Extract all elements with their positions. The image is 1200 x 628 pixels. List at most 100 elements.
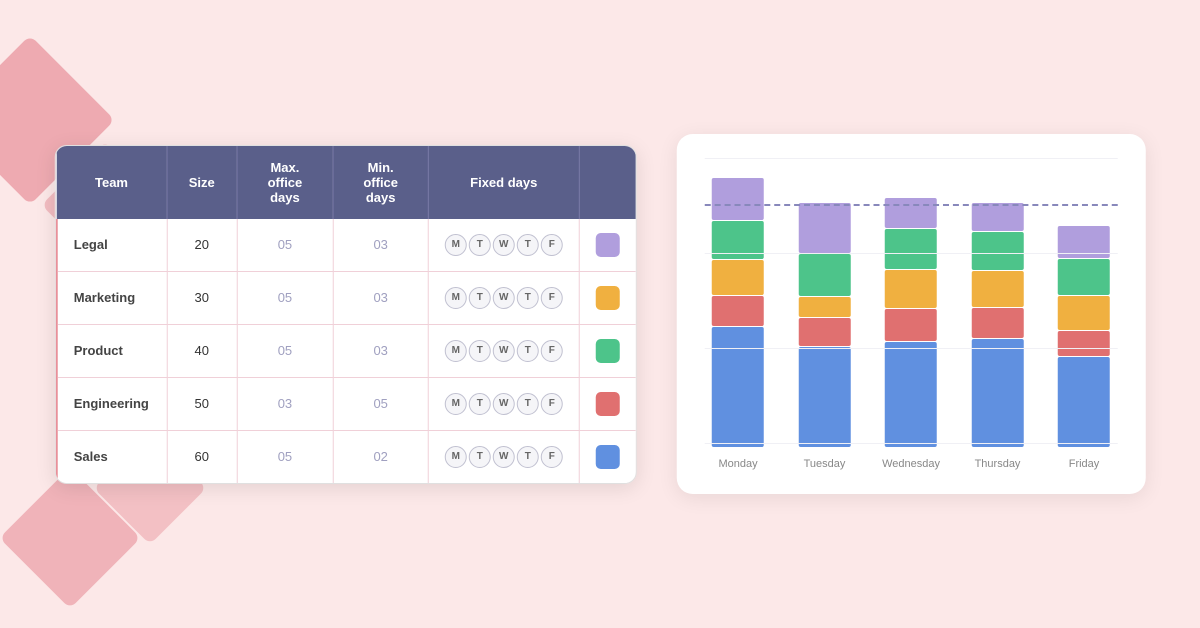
bar-day-label: Monday bbox=[718, 458, 757, 470]
day-badge: T bbox=[469, 234, 491, 256]
table-header-team: Team bbox=[57, 146, 167, 219]
bar-segment bbox=[712, 296, 764, 326]
bar-day-label: Thursday bbox=[975, 458, 1021, 470]
max-office-days-cell: 05 bbox=[237, 219, 333, 272]
bar-segment bbox=[885, 270, 937, 308]
bar-segment bbox=[799, 347, 851, 447]
bar-group: Friday bbox=[1051, 226, 1118, 470]
bar-segment bbox=[972, 308, 1024, 338]
team-color-cell bbox=[579, 219, 636, 272]
team-name-cell: Legal bbox=[57, 219, 167, 272]
day-badge: M bbox=[445, 340, 467, 362]
bar-day-label: Friday bbox=[1069, 458, 1100, 470]
fixed-days-cell: MTWTF bbox=[428, 324, 579, 377]
table-header-max_office_days: Max. office days bbox=[237, 146, 333, 219]
bar-group: Wednesday bbox=[878, 198, 945, 470]
bar-segment bbox=[712, 327, 764, 447]
team-color-swatch bbox=[596, 445, 620, 469]
day-badge: M bbox=[445, 393, 467, 415]
bar-segment bbox=[885, 309, 937, 341]
bar-segment bbox=[712, 221, 764, 259]
day-badges-group: MTWTF bbox=[445, 234, 563, 256]
bar-segment bbox=[885, 229, 937, 269]
bar-segment bbox=[972, 271, 1024, 307]
table-row: Engineering500305 MTWTF bbox=[57, 377, 636, 430]
day-badge: T bbox=[517, 446, 539, 468]
main-container: TeamSizeMax. office daysMin. office days… bbox=[55, 134, 1146, 494]
bar-stack bbox=[972, 203, 1024, 448]
fixed-days-cell: MTWTF bbox=[428, 271, 579, 324]
bar-group: Thursday bbox=[964, 203, 1031, 470]
team-size-cell: 40 bbox=[167, 324, 237, 377]
team-size-cell: 50 bbox=[167, 377, 237, 430]
bar-segment bbox=[885, 198, 937, 228]
day-badge: W bbox=[493, 340, 515, 362]
team-color-cell bbox=[579, 271, 636, 324]
chart-area: Monday Tuesday Wednesday Thursday Friday bbox=[705, 158, 1117, 480]
bar-segment bbox=[799, 318, 851, 346]
day-badge: M bbox=[445, 234, 467, 256]
bar-segment bbox=[712, 178, 764, 220]
bar-group: Monday bbox=[705, 178, 772, 470]
min-office-days-cell: 05 bbox=[333, 377, 428, 430]
team-name-cell: Engineering bbox=[57, 377, 167, 430]
team-table-wrapper: TeamSizeMax. office daysMin. office days… bbox=[55, 145, 637, 484]
bar-group: Tuesday bbox=[791, 203, 858, 470]
team-table: TeamSizeMax. office daysMin. office days… bbox=[56, 146, 636, 483]
table-header-size: Size bbox=[167, 146, 237, 219]
table-header-min_office_days: Min. office days bbox=[333, 146, 428, 219]
day-badge: W bbox=[493, 393, 515, 415]
team-color-cell bbox=[579, 377, 636, 430]
max-office-days-cell: 03 bbox=[237, 377, 333, 430]
bar-stack bbox=[885, 198, 937, 448]
bar-day-label: Wednesday bbox=[882, 458, 940, 470]
day-badge: T bbox=[469, 393, 491, 415]
day-badges-group: MTWTF bbox=[445, 393, 563, 415]
max-office-days-cell: 05 bbox=[237, 430, 333, 483]
team-color-swatch bbox=[596, 339, 620, 363]
day-badges-group: MTWTF bbox=[445, 446, 563, 468]
day-badge: T bbox=[517, 340, 539, 362]
table-row: Marketing300503MTWTF bbox=[57, 271, 636, 324]
team-name-cell: Product bbox=[57, 324, 167, 377]
table-body: Legal200503MTWTFMarketing300503MTWTFProd… bbox=[57, 219, 636, 483]
min-office-days-cell: 03 bbox=[333, 219, 428, 272]
day-badge: F bbox=[541, 234, 563, 256]
bar-segment bbox=[972, 232, 1024, 270]
bar-stack bbox=[799, 203, 851, 448]
day-badge: F bbox=[541, 446, 563, 468]
fixed-days-cell: MTWTF bbox=[428, 377, 579, 430]
bar-day-label: Tuesday bbox=[804, 458, 846, 470]
day-badge: T bbox=[517, 393, 539, 415]
min-office-days-cell: 03 bbox=[333, 324, 428, 377]
table-row: Sales600502MTWTF bbox=[57, 430, 636, 483]
day-badge: T bbox=[517, 287, 539, 309]
bar-segment bbox=[799, 203, 851, 253]
team-size-cell: 60 bbox=[167, 430, 237, 483]
table-header-fixed_days: Fixed days bbox=[428, 146, 579, 219]
fixed-days-cell: MTWTF bbox=[428, 219, 579, 272]
day-badge: M bbox=[445, 446, 467, 468]
chart-dashed-line bbox=[705, 204, 1117, 206]
bar-segment bbox=[799, 254, 851, 296]
table-row: Product400503MTWTF bbox=[57, 324, 636, 377]
table-header-row: TeamSizeMax. office daysMin. office days… bbox=[57, 146, 636, 219]
day-badge: W bbox=[493, 446, 515, 468]
team-name-cell: Sales bbox=[57, 430, 167, 483]
team-color-swatch bbox=[596, 392, 620, 416]
fixed-days-cell: MTWTF bbox=[428, 430, 579, 483]
day-badge: T bbox=[469, 446, 491, 468]
bar-segment bbox=[1058, 296, 1110, 330]
bar-segment bbox=[1058, 226, 1110, 258]
bar-segment bbox=[885, 342, 937, 447]
bar-segment bbox=[1058, 259, 1110, 295]
bar-segment bbox=[1058, 331, 1110, 356]
max-office-days-cell: 05 bbox=[237, 324, 333, 377]
min-office-days-cell: 02 bbox=[333, 430, 428, 483]
team-size-cell: 30 bbox=[167, 271, 237, 324]
bar-segment bbox=[972, 203, 1024, 231]
chart-card: Monday Tuesday Wednesday Thursday Friday bbox=[677, 134, 1145, 494]
team-size-cell: 20 bbox=[167, 219, 237, 272]
bar-segment bbox=[712, 260, 764, 295]
day-badges-group: MTWTF bbox=[445, 287, 563, 309]
